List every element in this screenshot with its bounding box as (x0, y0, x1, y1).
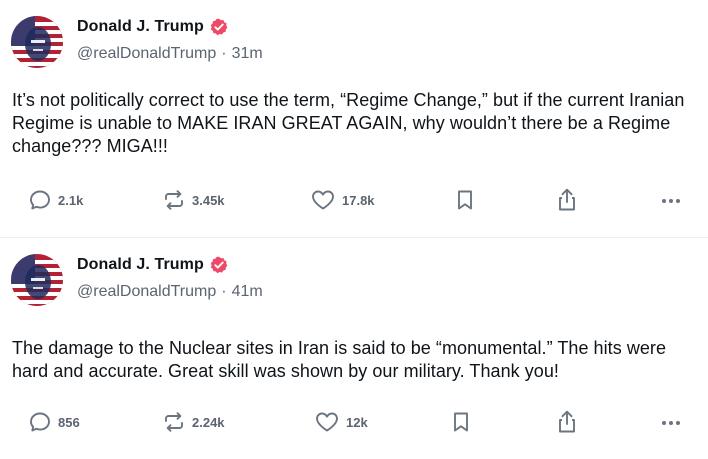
more-icon (662, 199, 680, 203)
repost-button[interactable]: 3.45k (162, 186, 225, 214)
display-name[interactable]: Donald J. Trump (77, 18, 204, 36)
bookmark-icon (458, 190, 472, 210)
more-options-button[interactable] (660, 408, 682, 436)
avatar[interactable] (11, 254, 63, 306)
like-button[interactable]: 17.8k (310, 186, 375, 214)
reply-button[interactable]: 2.1k (28, 186, 83, 214)
more-icon (662, 421, 680, 425)
repost-button[interactable]: 2.24k (162, 408, 225, 436)
like-count: 17.8k (342, 192, 375, 208)
feed: Donald J. Trump @realDonaldTrump · 31m I… (0, 0, 708, 459)
reply-icon (30, 412, 50, 432)
post-text: It’s not politically correct to use the … (12, 90, 685, 156)
action-bar: 856 2.24k 12k (0, 408, 708, 436)
timestamp[interactable]: 31m (232, 45, 263, 63)
post-text: The damage to the Nuclear sites in Iran … (12, 338, 667, 381)
like-icon (312, 190, 334, 210)
post[interactable]: Donald J. Trump @realDonaldTrump · 31m I… (0, 0, 708, 238)
handle[interactable]: @realDonaldTrump (77, 283, 216, 301)
reply-icon (30, 190, 50, 210)
post[interactable]: Donald J. Trump @realDonaldTrump · 41m T… (0, 238, 708, 459)
timestamp[interactable]: 41m (232, 283, 263, 301)
like-count: 12k (346, 414, 368, 430)
repost-count: 3.45k (192, 192, 225, 208)
repost-icon (165, 190, 183, 210)
share-button[interactable] (555, 186, 579, 214)
reply-button[interactable]: 856 (28, 408, 80, 436)
reply-count: 856 (58, 414, 80, 430)
post-meta: @realDonaldTrump · 31m (77, 45, 263, 63)
bookmark-button[interactable] (451, 408, 471, 436)
share-button[interactable] (555, 408, 579, 436)
reply-count: 2.1k (58, 192, 84, 208)
action-bar: 2.1k 3.45k 17.8k (0, 186, 708, 214)
like-button[interactable]: 12k (314, 408, 368, 436)
verified-badge-icon (210, 256, 228, 274)
display-name[interactable]: Donald J. Trump (77, 256, 204, 274)
share-icon (559, 410, 575, 433)
author-row: Donald J. Trump (77, 15, 228, 39)
avatar[interactable] (11, 16, 63, 68)
repost-icon (165, 412, 183, 432)
author-row: Donald J. Trump (77, 253, 228, 277)
post-meta: @realDonaldTrump · 41m (77, 283, 263, 301)
repost-count: 2.24k (192, 414, 225, 430)
share-icon (559, 188, 575, 211)
like-icon (316, 412, 338, 432)
bookmark-icon (454, 412, 468, 432)
bookmark-button[interactable] (455, 186, 475, 214)
handle[interactable]: @realDonaldTrump (77, 45, 216, 63)
meta-separator: · (221, 283, 227, 300)
verified-badge-icon (210, 18, 228, 36)
meta-separator: · (221, 45, 227, 62)
more-options-button[interactable] (660, 186, 682, 214)
